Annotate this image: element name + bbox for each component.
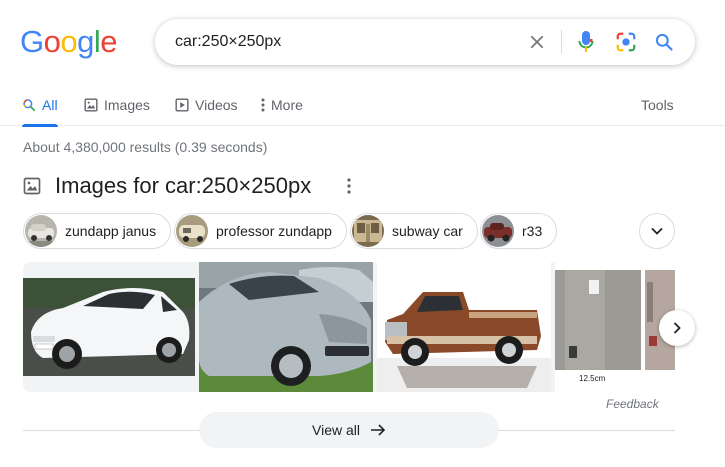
search-input[interactable] [175, 19, 505, 65]
tools-button[interactable]: Tools [641, 84, 674, 126]
search-icon [23, 99, 36, 112]
tab-label: Videos [195, 97, 238, 113]
search-tabs: All Images Videos More Tools [0, 84, 725, 127]
car-image [23, 262, 195, 392]
chip-thumbnail [176, 215, 208, 247]
logo-letter: e [100, 24, 118, 59]
chip-subway-car[interactable]: subway car [350, 213, 478, 249]
carousel-next-button[interactable] [659, 310, 695, 346]
chip-label: r33 [522, 223, 543, 239]
image-icon [23, 177, 41, 195]
chip-thumbnail [25, 215, 57, 247]
images-more-options-button[interactable] [340, 176, 358, 196]
chevron-down-icon [651, 227, 663, 235]
chip-thumbnail [352, 215, 384, 247]
logo-letter: G [20, 24, 44, 59]
logo-letter: g [77, 24, 94, 59]
view-all-label: View all [312, 422, 360, 438]
tab-all[interactable]: All [22, 84, 58, 127]
chip-thumbnail [482, 215, 514, 247]
chevron-right-icon [673, 322, 681, 334]
tab-label: More [271, 97, 303, 113]
search-icon [655, 33, 673, 51]
play-icon [175, 98, 189, 112]
kebab-icon [261, 98, 265, 112]
tab-more[interactable]: More [261, 84, 303, 126]
chip-professor-zundapp[interactable]: professor zundapp [174, 213, 347, 249]
logo-letter: o [60, 24, 78, 59]
view-all-button[interactable]: View all [199, 412, 499, 448]
image-search-button[interactable] [613, 19, 639, 65]
tab-label: Images [104, 97, 150, 113]
aerial-image [555, 262, 675, 392]
lens-icon [616, 32, 636, 52]
tools-label: Tools [641, 97, 674, 113]
feedback-link[interactable]: Feedback [606, 397, 659, 411]
mic-icon [578, 31, 594, 52]
car-image [199, 262, 373, 392]
result-stats: About 4,380,000 results (0.39 seconds) [23, 139, 268, 155]
voice-search-button[interactable] [573, 19, 599, 65]
logo-letter: o [43, 24, 61, 59]
google-logo[interactable]: Google [20, 24, 118, 60]
tab-videos[interactable]: Videos [175, 84, 238, 126]
image-result-tile[interactable] [23, 262, 195, 392]
close-icon [530, 35, 544, 49]
image-result-tile[interactable]: 12.5cm [555, 262, 675, 392]
images-section-title: Images for car:250×250px [55, 173, 312, 198]
arrow-right-icon [371, 424, 386, 436]
truck-image [377, 262, 551, 392]
tab-images[interactable]: Images [84, 84, 150, 126]
search-button[interactable] [651, 19, 677, 65]
image-caption: 12.5cm [579, 374, 606, 383]
kebab-icon [347, 178, 351, 194]
expand-chips-button[interactable] [639, 213, 675, 249]
chip-label: professor zundapp [216, 223, 332, 239]
chip-label: subway car [392, 223, 463, 239]
image-result-tile[interactable] [377, 262, 551, 392]
image-icon [84, 98, 98, 112]
clear-button[interactable] [525, 19, 549, 65]
search-box [155, 19, 695, 65]
image-result-tile[interactable] [199, 262, 373, 392]
images-section-header: Images for car:250×250px [23, 172, 311, 200]
tab-label: All [42, 97, 58, 113]
chip-zundapp-janus[interactable]: zundapp janus [23, 213, 172, 249]
chip-label: zundapp janus [65, 223, 157, 239]
search-divider [561, 30, 562, 54]
image-carousel: 12.5cm [23, 262, 675, 392]
chip-r33[interactable]: r33 [480, 213, 558, 249]
